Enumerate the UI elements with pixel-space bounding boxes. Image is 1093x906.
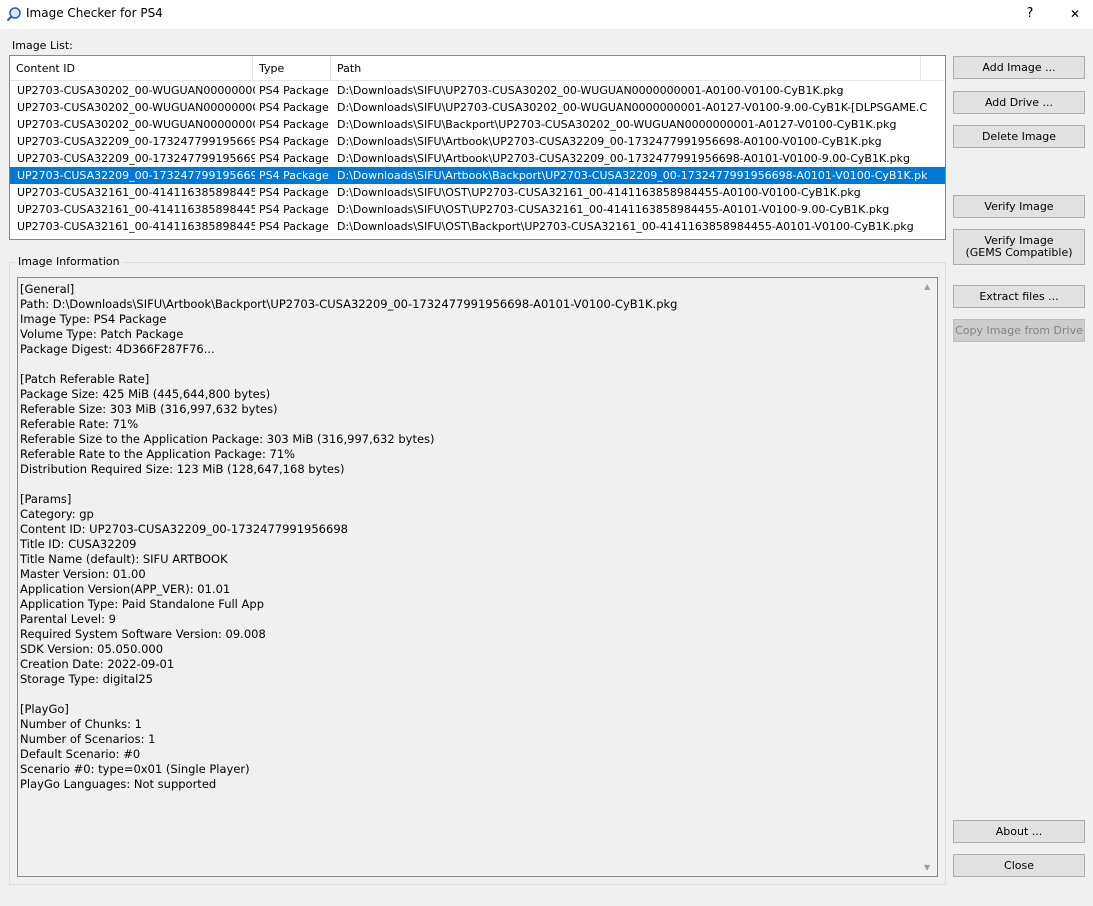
cell-path: D:\Downloads\SIFU\Artbook\UP2703-CUSA322… — [337, 152, 911, 165]
window-title: Image Checker for PS4 — [26, 6, 163, 20]
image-list-row[interactable]: UP2703-CUSA32209_00-1732477991956698 PS4 … — [10, 167, 945, 184]
info-line: Scenario #0: type=0x01 (Single Player) — [20, 762, 250, 776]
image-list-row[interactable]: UP2703-CUSA30202_00-WUGUAN0000000001 PS4 … — [10, 116, 945, 133]
cell-content-id: UP2703-CUSA32209_00-1732477991956698 — [17, 152, 255, 165]
info-line: Path: D:\Downloads\SIFU\Artbook\Backport… — [20, 297, 678, 311]
info-line: Content ID: UP2703-CUSA32209_00-17324779… — [20, 522, 348, 536]
info-line: Master Version: 01.00 — [20, 567, 146, 581]
info-text-content: [General] Path: D:\Downloads\SIFU\Artbook… — [20, 282, 918, 792]
info-line: Storage Type: digital25 — [20, 672, 153, 686]
cell-path: D:\Downloads\SIFU\Artbook\Backport\UP270… — [337, 169, 927, 182]
cell-content-id: UP2703-CUSA32161_00-4141163858984455 — [17, 186, 255, 199]
info-line: [Patch Referable Rate] — [20, 372, 150, 386]
info-line: Category: gp — [20, 507, 94, 521]
cell-path: D:\Downloads\SIFU\OST\Backport\UP2703-CU… — [337, 220, 914, 233]
info-line: PlayGo Languages: Not supported — [20, 777, 217, 791]
info-line: Creation Date: 2022-09-01 — [20, 657, 175, 671]
cell-path: D:\Downloads\SIFU\UP2703-CUSA30202_00-WU… — [337, 101, 927, 114]
info-line: Title ID: CUSA32209 — [20, 537, 137, 551]
image-information-text[interactable]: [General] Path: D:\Downloads\SIFU\Artbook… — [17, 277, 938, 877]
cell-type: PS4 Package — [259, 84, 329, 97]
info-line: Parental Level: 9 — [20, 612, 116, 626]
cell-content-id: UP2703-CUSA32161_00-4141163858984455 — [17, 203, 255, 216]
info-line: Application Version(APP_VER): 01.01 — [20, 582, 231, 596]
cell-content-id: UP2703-CUSA30202_00-WUGUAN0000000001 — [17, 118, 255, 131]
cell-type: PS4 Package — [259, 186, 329, 199]
image-list-row[interactable]: UP2703-CUSA32161_00-4141163858984455 PS4 … — [10, 184, 945, 201]
add-drive-button[interactable]: Add Drive ... — [953, 91, 1085, 114]
info-line: Referable Rate: 71% — [20, 417, 139, 431]
title-bar: Image Checker for PS4 ? ✕ — [0, 0, 1093, 29]
info-line: Application Type: Paid Standalone Full A… — [20, 597, 264, 611]
cell-content-id: UP2703-CUSA30202_00-WUGUAN0000000001 — [17, 101, 255, 114]
extract-files-button[interactable]: Extract files ... — [953, 285, 1085, 308]
info-line: [General] — [20, 282, 75, 296]
cell-content-id: UP2703-CUSA32209_00-1732477991956698 — [17, 169, 255, 182]
column-header-path[interactable]: Path — [331, 56, 921, 81]
image-list-row[interactable]: UP2703-CUSA32209_00-1732477991956698 PS4 … — [10, 133, 945, 150]
close-window-button[interactable]: ✕ — [1062, 2, 1088, 26]
cell-type: PS4 Package — [259, 169, 329, 182]
cell-type: PS4 Package — [259, 118, 329, 131]
info-line — [20, 687, 918, 702]
help-button[interactable]: ? — [1018, 2, 1042, 26]
image-information-label: Image Information — [15, 255, 123, 268]
info-line: SDK Version: 05.050.000 — [20, 642, 164, 656]
image-list-row[interactable]: UP2703-CUSA32161_00-4141163858984455 PS4 … — [10, 201, 945, 218]
app-icon — [6, 7, 21, 22]
info-line: Number of Scenarios: 1 — [20, 732, 156, 746]
scroll-up-icon[interactable]: ▲ — [924, 282, 930, 291]
info-line: Volume Type: Patch Package — [20, 327, 184, 341]
image-list-row[interactable]: UP2703-CUSA32209_00-1732477991956698 PS4 … — [10, 150, 945, 167]
image-list-rows: UP2703-CUSA30202_00-WUGUAN0000000001 PS4 … — [10, 82, 945, 235]
image-list-row[interactable]: UP2703-CUSA32161_00-4141163858984455 PS4 … — [10, 218, 945, 235]
column-header-content-id[interactable]: Content ID — [10, 56, 253, 81]
info-line: Referable Rate to the Application Packag… — [20, 447, 296, 461]
cell-type: PS4 Package — [259, 220, 329, 233]
cell-type: PS4 Package — [259, 101, 329, 114]
close-button[interactable]: Close — [953, 854, 1085, 877]
copy-image-from-drive-button[interactable]: Copy Image from Drive — [953, 319, 1085, 342]
info-line: Referable Size: 303 MiB (316,997,632 byt… — [20, 402, 278, 416]
cell-type: PS4 Package — [259, 152, 329, 165]
info-line: Package Digest: 4D366F287F76... — [20, 342, 215, 356]
info-line: Title Name (default): SIFU ARTBOOK — [20, 552, 228, 566]
info-line — [20, 357, 918, 372]
scroll-down-icon[interactable]: ▼ — [924, 863, 930, 872]
delete-image-button[interactable]: Delete Image — [953, 125, 1085, 148]
info-line: Package Size: 425 MiB (445,644,800 bytes… — [20, 387, 271, 401]
cell-path: D:\Downloads\SIFU\OST\UP2703-CUSA32161_0… — [337, 203, 890, 216]
image-list-label: Image List: — [12, 39, 73, 52]
image-list-row[interactable]: UP2703-CUSA30202_00-WUGUAN0000000001 PS4 … — [10, 82, 945, 99]
column-header-type[interactable]: Type — [253, 56, 331, 81]
info-line: Default Scenario: #0 — [20, 747, 141, 761]
info-line: [PlayGo] — [20, 702, 69, 716]
cell-type: PS4 Package — [259, 203, 329, 216]
info-line: Distribution Required Size: 123 MiB (128… — [20, 462, 345, 476]
verify-image-button[interactable]: Verify Image — [953, 195, 1085, 218]
info-line — [20, 477, 918, 492]
image-list[interactable]: Content ID Type Path UP2703-CUSA30202_00… — [9, 55, 946, 240]
verify-image-gems-button[interactable]: Verify Image (GEMS Compatible) — [953, 229, 1085, 265]
cell-content-id: UP2703-CUSA32161_00-4141163858984455 — [17, 220, 255, 233]
info-line: Image Type: PS4 Package — [20, 312, 167, 326]
verify-gems-label-2: (GEMS Compatible) — [965, 246, 1073, 259]
about-button[interactable]: About ... — [953, 820, 1085, 843]
info-line: Required System Software Version: 09.008 — [20, 627, 266, 641]
cell-path: D:\Downloads\SIFU\Backport\UP2703-CUSA30… — [337, 118, 897, 131]
cell-type: PS4 Package — [259, 135, 329, 148]
info-scrollbar[interactable]: ▲ ▼ — [920, 278, 937, 876]
image-list-header: Content ID Type Path — [10, 56, 945, 81]
add-image-button[interactable]: Add Image ... — [953, 56, 1085, 79]
info-line: Referable Size to the Application Packag… — [20, 432, 435, 446]
image-list-row[interactable]: UP2703-CUSA30202_00-WUGUAN0000000001 PS4 … — [10, 99, 945, 116]
info-line: Number of Chunks: 1 — [20, 717, 142, 731]
cell-path: D:\Downloads\SIFU\Artbook\UP2703-CUSA322… — [337, 135, 882, 148]
cell-content-id: UP2703-CUSA30202_00-WUGUAN0000000001 — [17, 84, 255, 97]
cell-path: D:\Downloads\SIFU\OST\UP2703-CUSA32161_0… — [337, 186, 861, 199]
info-line: [Params] — [20, 492, 72, 506]
cell-content-id: UP2703-CUSA32209_00-1732477991956698 — [17, 135, 255, 148]
cell-path: D:\Downloads\SIFU\UP2703-CUSA30202_00-WU… — [337, 84, 844, 97]
